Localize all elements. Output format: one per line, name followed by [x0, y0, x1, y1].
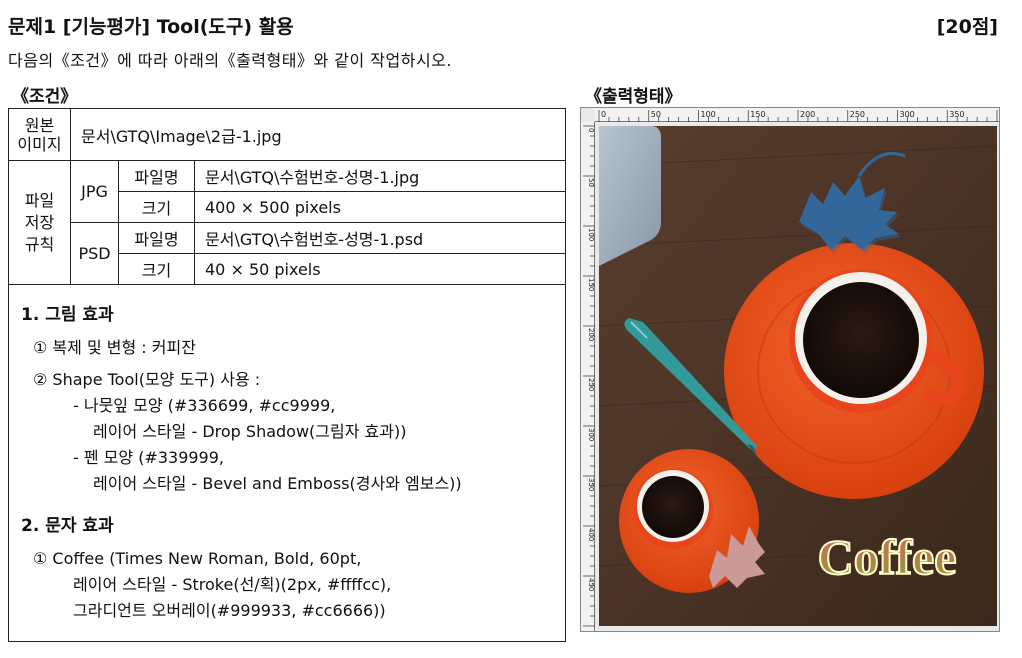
source-image-label: 원본 이미지 — [8, 108, 71, 161]
psd-size-label: 크기 — [118, 253, 195, 285]
jpg-filename-value: 문서\GTQ\수험번호-성명-1.jpg — [194, 160, 566, 192]
text-item-coffee: ① Coffee (Times New Roman, Bold, 60pt, — [33, 549, 362, 568]
ruler-left-label: 0 — [587, 128, 595, 132]
ruler-left-label: 150 — [587, 278, 595, 291]
conditions-heading: 《조건》 — [12, 87, 78, 107]
effect-item-shape-tool: ② Shape Tool(모양 도구) 사용 : — [33, 370, 261, 389]
left-ruler: 0 50 100 150 200 250 300 350 400 450 — [581, 122, 595, 631]
jpg-size-label: 크기 — [118, 191, 195, 223]
preview-canvas: Coffee — [599, 126, 997, 626]
text-item-gradient: 그라디언트 오버레이(#999933, #cc6666)) — [73, 601, 386, 620]
psd-label: PSD — [70, 222, 119, 285]
psd-size-value: 40 × 50 pixels — [194, 253, 566, 285]
ruler-top-label: 0 — [601, 110, 606, 119]
ruler-top-label: 150 — [750, 110, 765, 119]
jpg-label: JPG — [70, 160, 119, 223]
ruler-top-label: 50 — [651, 110, 661, 119]
psd-filename-label: 파일명 — [118, 222, 195, 254]
output-heading: 《출력형태》 — [585, 87, 682, 107]
source-image-value: 문서\GTQ\Image\2급-1.jpg — [70, 108, 566, 161]
effects-panel: 1. 그림 효과 ① 복제 및 변형 : 커피잔 ② Shape Tool(모양… — [8, 285, 566, 642]
instruction-text: 다음의《조건》에 따라 아래의《출력형태》와 같이 작업하시오. — [8, 51, 452, 70]
text-effects-heading: 2. 문자 효과 — [21, 516, 114, 536]
score-label: [20점] — [936, 16, 998, 38]
effect-item-leaf-style: 레이어 스타일 - Drop Shadow(그림자 효과)) — [93, 422, 407, 441]
large-cup-coffee — [803, 282, 919, 398]
ruler-top-label: 100 — [701, 110, 716, 119]
coffee-title-text: Coffee — [818, 529, 957, 585]
output-preview: 0 50 100 150 200 250 300 350 0 50 100 150 200 250 300… — [580, 107, 1000, 632]
ruler-left-label: 300 — [587, 428, 595, 441]
problem-title: 문제1 [기능평가] Tool(도구) 활용 — [8, 16, 294, 38]
ruler-left-label: 450 — [587, 578, 595, 591]
ruler-left-label: 50 — [587, 178, 595, 187]
ruler-left-label: 400 — [587, 528, 595, 541]
effect-item-pen: - 펜 모양 (#339999, — [73, 448, 225, 467]
ruler-left-label: 250 — [587, 378, 595, 391]
conditions-table: 원본 이미지 문서\GTQ\Image\2급-1.jpg 파일 저장 규칙 JPG 파… — [8, 108, 566, 285]
file-save-rules-label: 파일 저장 규칙 — [8, 160, 71, 285]
effect-item-duplicate: ① 복제 및 변형 : 커피잔 — [33, 338, 196, 357]
ruler-left-label: 350 — [587, 478, 595, 491]
ruler-top-label: 300 — [900, 110, 915, 119]
jpg-filename-label: 파일명 — [118, 160, 195, 192]
jpg-size-value: 400 × 500 pixels — [194, 191, 566, 223]
ruler-top-label: 250 — [850, 110, 865, 119]
ruler-top-label: 350 — [949, 110, 964, 119]
ruler-left-label: 100 — [587, 228, 595, 241]
effect-item-pen-style: 레이어 스타일 - Bevel and Emboss(경사와 엠보스)) — [93, 474, 462, 493]
image-effects-heading: 1. 그림 효과 — [21, 305, 114, 325]
psd-filename-value: 문서\GTQ\수험번호-성명-1.psd — [194, 222, 566, 254]
effect-item-leaf: - 나뭇잎 모양 (#336699, #cc9999, — [73, 396, 336, 415]
small-cup-coffee — [642, 476, 704, 538]
ruler-left-label: 200 — [587, 328, 595, 341]
text-item-stroke: 레이어 스타일 - Stroke(선/획)(2px, #ffffcc), — [73, 575, 392, 594]
ruler-top-label: 200 — [800, 110, 815, 119]
top-ruler: 0 50 100 150 200 250 300 350 — [595, 108, 999, 122]
